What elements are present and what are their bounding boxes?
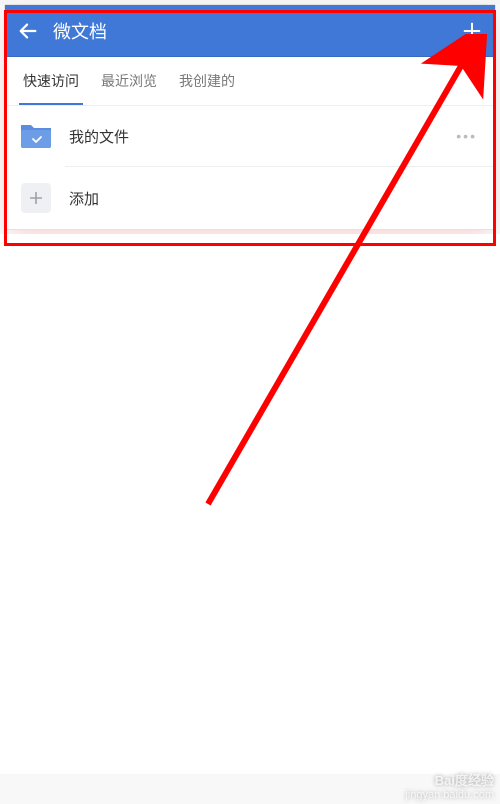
tab-bar: 快速访问 最近浏览 我创建的 <box>5 57 495 106</box>
watermark: Bai度经验 jingyan.baidu.com <box>405 773 494 802</box>
item-list: 我的文件 ••• 添加 <box>5 106 495 229</box>
list-item[interactable]: 我的文件 ••• <box>5 106 495 166</box>
watermark-url: jingyan.baidu.com <box>405 789 494 802</box>
back-icon[interactable] <box>17 20 39 42</box>
page-title: 微文档 <box>53 18 447 44</box>
app-window: 微文档 快速访问 最近浏览 我创建的 我的文 <box>4 4 496 230</box>
add-item-label: 添加 <box>69 188 481 209</box>
tab-recent[interactable]: 最近浏览 <box>97 57 161 105</box>
add-item[interactable]: 添加 <box>5 167 495 229</box>
blank-area <box>0 234 500 774</box>
tab-quick-access[interactable]: 快速访问 <box>19 57 83 105</box>
more-icon[interactable]: ••• <box>452 124 481 148</box>
list-item-label: 我的文件 <box>69 126 436 147</box>
watermark-brand: Bai度经验 <box>405 773 494 789</box>
add-icon <box>21 183 51 213</box>
tab-created-by-me[interactable]: 我创建的 <box>175 57 239 105</box>
folder-icon <box>19 122 53 150</box>
plus-icon[interactable] <box>461 20 483 42</box>
app-header: 微文档 <box>5 5 495 57</box>
